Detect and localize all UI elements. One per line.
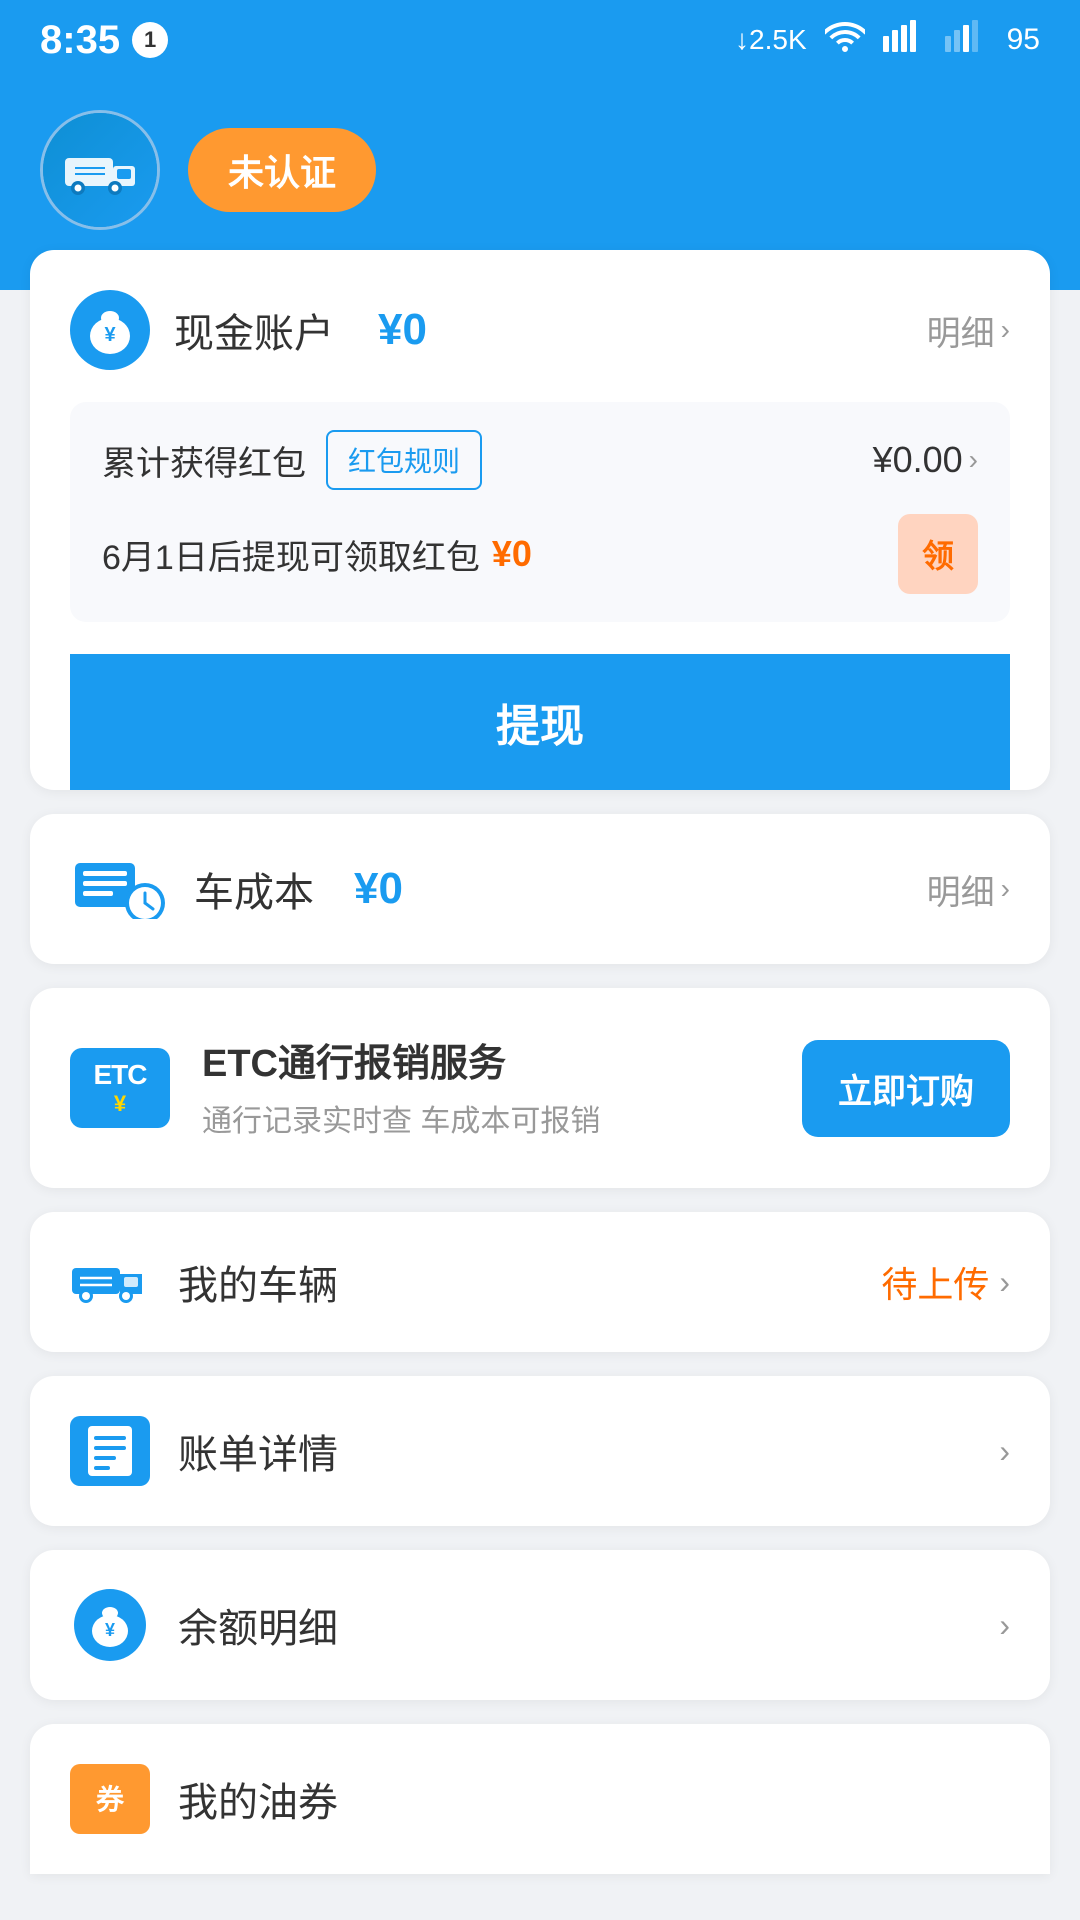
money-bag-icon: ¥	[70, 290, 150, 370]
balance-icon: ¥	[70, 1590, 150, 1660]
claim-button[interactable]: 领	[898, 514, 978, 594]
etc-desc: 通行记录实时查 车成本可报销	[202, 1099, 770, 1144]
car-cost-left: 车成本 ¥0	[70, 854, 403, 924]
car-cost-inner: 车成本 ¥0 明细 ›	[30, 814, 1050, 964]
wifi-icon	[825, 20, 865, 60]
chevron-right-icon: ›	[1001, 314, 1010, 346]
etc-service-card: ETC ¥ ETC通行报销服务 通行记录实时查 车成本可报销 立即订购	[30, 988, 1050, 1188]
hongbao-cum-amount[interactable]: ¥0.00 ›	[873, 439, 978, 481]
bill-menu-row: 账单详情 ›	[30, 1376, 1050, 1526]
car-cost-chevron-icon: ›	[1001, 873, 1010, 905]
main-content: ¥ 现金账户 ¥0 明细 › 累计获得红包 红包规则	[0, 250, 1080, 1914]
hongbao-row-2: 6月1日后提现可领取红包 ¥0 领	[102, 514, 978, 594]
cash-account-label: 现金账户	[174, 301, 334, 359]
cash-account-amount: ¥0	[378, 305, 427, 355]
vehicle-menu-row: 我的车辆 待上传 ›	[30, 1212, 1050, 1352]
app-logo[interactable]	[40, 110, 160, 230]
bill-left: 账单详情	[70, 1416, 338, 1486]
balance-menu-row: ¥ 余额明细 ›	[30, 1550, 1050, 1700]
vehicle-left: 我的车辆	[70, 1252, 338, 1312]
notification-badge: 1	[132, 22, 168, 58]
hongbao-row-1: 累计获得红包 红包规则 ¥0.00 ›	[102, 430, 978, 490]
coupon-label: 我的油券	[178, 1770, 338, 1828]
etc-text-area: ETC通行报销服务 通行记录实时查 车成本可报销	[202, 1032, 770, 1144]
battery-icon: 95	[1007, 23, 1040, 57]
vehicle-chevron-icon: ›	[999, 1264, 1010, 1301]
coupon-card-partial[interactable]: 券 我的油券	[30, 1724, 1050, 1874]
truck-icon	[70, 1252, 150, 1312]
bill-detail-card[interactable]: 账单详情 ›	[30, 1376, 1050, 1526]
june-text: 6月1日后提现可领取红包	[102, 530, 480, 579]
status-bar: 8:35 1 ↓2.5K 95	[0, 0, 1080, 80]
car-cost-amount: ¥0	[354, 864, 403, 914]
status-time-area: 8:35 1	[40, 18, 168, 63]
cash-header: ¥ 现金账户 ¥0 明细 ›	[70, 290, 1010, 370]
status-icons: ↓2.5K 95	[735, 20, 1040, 60]
balance-detail-card[interactable]: ¥ 余额明细 ›	[30, 1550, 1050, 1700]
june-area: 6月1日后提现可领取红包 ¥0	[102, 530, 532, 579]
chevron-hongbao-icon: ›	[969, 444, 978, 476]
hongbao-section: 累计获得红包 红包规则 ¥0.00 › 6月1日后提现可领取红包 ¥0 领	[70, 402, 1010, 622]
time-display: 8:35	[40, 18, 120, 63]
cert-status-badge[interactable]: 未认证	[188, 128, 376, 212]
etc-title: ETC通行报销服务	[202, 1032, 770, 1087]
etc-card-inner: ETC ¥ ETC通行报销服务 通行记录实时查 车成本可报销 立即订购	[30, 988, 1050, 1188]
vehicle-card[interactable]: 我的车辆 待上传 ›	[30, 1212, 1050, 1352]
hongbao-rule-button[interactable]: 红包规则	[326, 430, 482, 490]
bill-label: 账单详情	[178, 1422, 338, 1480]
vehicle-label: 我的车辆	[178, 1253, 338, 1311]
cash-detail-link[interactable]: 明细 ›	[927, 306, 1010, 355]
balance-chevron-icon: ›	[999, 1607, 1010, 1644]
cash-account-card: ¥ 现金账户 ¥0 明细 › 累计获得红包 红包规则	[30, 250, 1050, 790]
withdraw-button[interactable]: 提现	[70, 654, 1010, 790]
signal2-icon	[945, 20, 989, 60]
car-cost-icon	[70, 854, 170, 924]
cum-label: 累计获得红包	[102, 436, 306, 485]
balance-label: 余额明细	[178, 1596, 338, 1654]
etc-buy-button[interactable]: 立即订购	[802, 1040, 1010, 1137]
vehicle-status: 待上传	[881, 1256, 989, 1308]
svg-text:¥: ¥	[105, 1620, 115, 1640]
hongbao-left: 累计获得红包 红包规则	[102, 430, 482, 490]
car-cost-detail-link[interactable]: 明细 ›	[927, 865, 1010, 914]
svg-text:券: 券	[96, 1784, 125, 1815]
car-cost-card: 车成本 ¥0 明细 ›	[30, 814, 1050, 964]
june-amount: ¥0	[492, 533, 532, 575]
car-cost-label: 车成本	[194, 860, 314, 918]
coupon-icon: 券	[70, 1764, 150, 1834]
svg-text:¥: ¥	[104, 324, 116, 346]
balance-left: ¥ 余额明细	[70, 1590, 338, 1660]
signal-icon	[883, 20, 927, 60]
cash-left: ¥ 现金账户 ¥0	[70, 290, 427, 370]
network-speed: ↓2.5K	[735, 24, 807, 56]
vehicle-right: 待上传 ›	[881, 1256, 1010, 1308]
bill-right: ›	[999, 1433, 1010, 1470]
bill-chevron-icon: ›	[999, 1433, 1010, 1470]
bill-icon	[70, 1416, 150, 1486]
etc-icon: ETC ¥	[70, 1048, 170, 1128]
balance-right: ›	[999, 1607, 1010, 1644]
